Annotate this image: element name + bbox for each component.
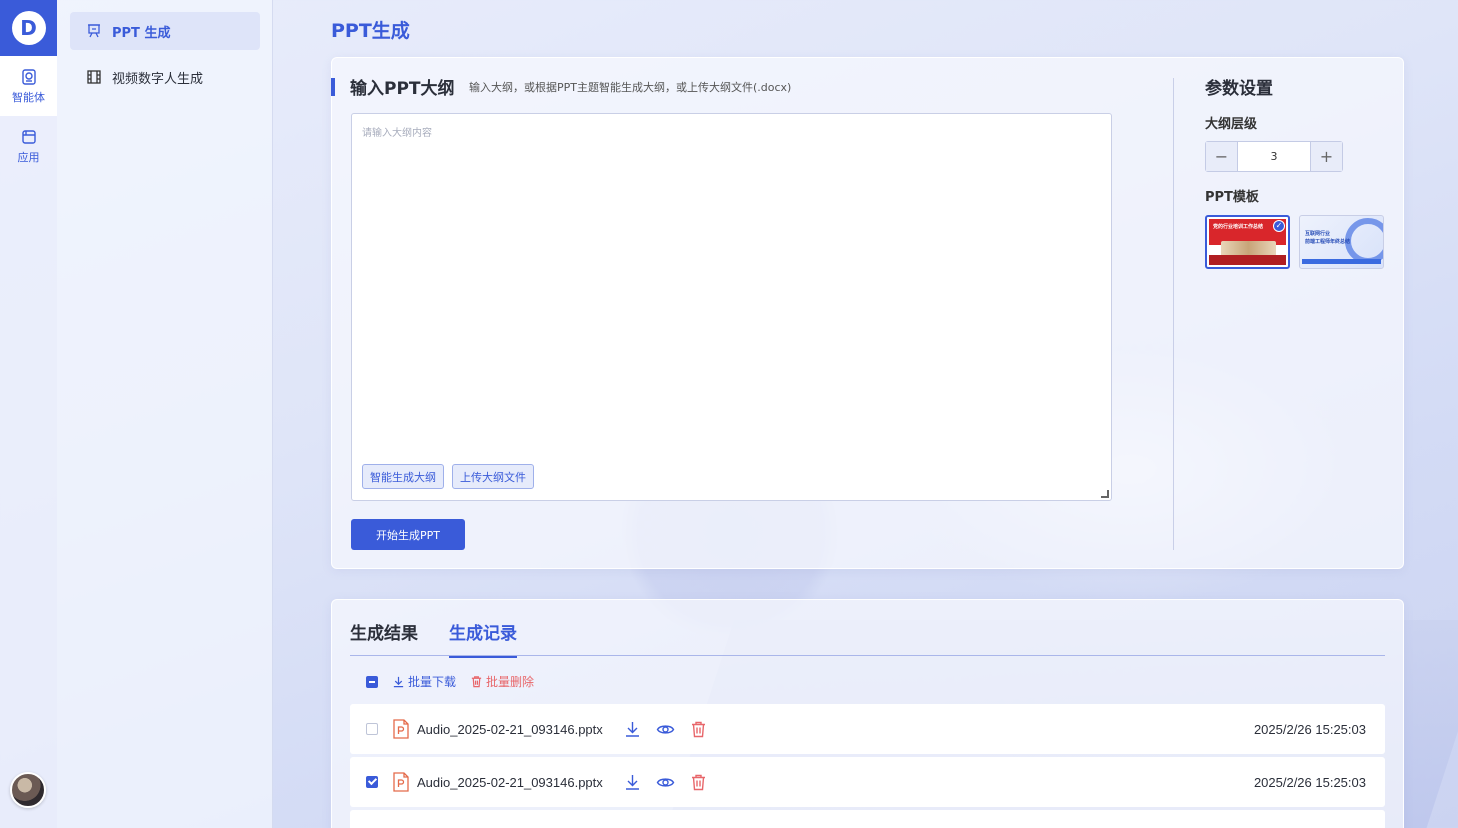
table-row: Audio_2025-02-21_093146.pptx 2025/2/26 1… bbox=[350, 757, 1385, 807]
outline-card: 输入PPT大纲 输入大纲，或根据PPT主题智能生成大纲，或上传大纲文件(.doc… bbox=[331, 57, 1404, 569]
trash-icon bbox=[471, 676, 482, 688]
download-icon[interactable] bbox=[623, 720, 642, 739]
download-icon[interactable] bbox=[623, 773, 642, 792]
icon-rail: D 智能体 应用 bbox=[0, 0, 57, 828]
decrement-button[interactable]: − bbox=[1206, 142, 1237, 171]
level-label: 大纲层级 bbox=[1205, 117, 1258, 132]
app-icon bbox=[21, 129, 36, 144]
template-title: 党的行业培训工作总结 bbox=[1213, 224, 1264, 230]
params-panel: 参数设置 大纲层级 − + PPT模板 党的行业培训工作总结 ✓ 互联网行业 前… bbox=[1205, 74, 1395, 269]
select-all-checkbox[interactable] bbox=[366, 675, 378, 688]
download-icon bbox=[393, 676, 404, 688]
tab-divider bbox=[350, 655, 1385, 656]
rail-item-agent[interactable]: 智能体 bbox=[0, 56, 57, 116]
tab-results[interactable]: 生成结果 bbox=[350, 619, 418, 658]
template-list: 党的行业培训工作总结 ✓ 互联网行业 前端工程师年终总结 bbox=[1205, 215, 1395, 269]
avatar[interactable] bbox=[10, 772, 46, 808]
outline-hint: 输入大纲，或根据PPT主题智能生成大纲，或上传大纲文件(.docx) bbox=[469, 81, 792, 94]
divider bbox=[1173, 78, 1174, 550]
pptx-file-icon bbox=[393, 719, 409, 739]
template-label: PPT模板 bbox=[1205, 190, 1259, 205]
sidebar-item-ppt[interactable]: PPT 生成 bbox=[70, 12, 260, 50]
agent-icon bbox=[21, 68, 36, 85]
eye-icon[interactable] bbox=[656, 773, 675, 792]
outline-editor: 智能生成大纲 上传大纲文件 bbox=[351, 113, 1112, 501]
trash-icon[interactable] bbox=[689, 720, 708, 739]
start-generate-button[interactable]: 开始生成PPT bbox=[351, 519, 465, 550]
eye-icon[interactable] bbox=[656, 720, 675, 739]
template-option[interactable]: 党的行业培训工作总结 ✓ bbox=[1205, 215, 1290, 269]
sidebar-item-video[interactable]: 视频数字人生成 bbox=[70, 58, 260, 96]
resize-handle[interactable] bbox=[1101, 490, 1109, 498]
outline-title: 输入PPT大纲 bbox=[350, 79, 455, 99]
rail-item-label: 智能体 bbox=[12, 90, 45, 104]
increment-button[interactable]: + bbox=[1311, 142, 1342, 171]
level-input[interactable] bbox=[1237, 142, 1311, 171]
outline-textarea[interactable] bbox=[352, 114, 1111, 500]
upload-outline-button[interactable]: 上传大纲文件 bbox=[452, 464, 534, 489]
template-title: 互联网行业 bbox=[1305, 231, 1331, 237]
check-icon: ✓ bbox=[1273, 220, 1285, 232]
smart-generate-button[interactable]: 智能生成大纲 bbox=[362, 464, 444, 489]
logo-icon: D bbox=[11, 11, 46, 45]
table-row: Audio_2025-02-21_093146.pptx 2025/2/26 1… bbox=[350, 704, 1385, 754]
row-timestamp: 2025/2/26 15:25:03 bbox=[1253, 774, 1366, 790]
rail-item-app[interactable]: 应用 bbox=[0, 116, 57, 176]
sidebar: PPT 生成 视频数字人生成 bbox=[57, 0, 273, 828]
app-logo[interactable]: D bbox=[0, 0, 57, 56]
file-name: Audio_2025-02-21_093146.pptx bbox=[417, 721, 603, 737]
results-tabs: 生成结果 生成记录 bbox=[350, 619, 517, 658]
batch-toolbar: 批量下载 批量删除 bbox=[366, 673, 534, 690]
template-option[interactable]: 互联网行业 前端工程师年终总结 bbox=[1299, 215, 1384, 269]
row-checkbox[interactable] bbox=[366, 776, 378, 788]
rail-item-label: 应用 bbox=[17, 150, 40, 164]
batch-download-button[interactable]: 批量下载 bbox=[392, 673, 456, 690]
sidebar-item-label: PPT 生成 bbox=[112, 25, 171, 41]
film-icon bbox=[87, 70, 101, 84]
row-timestamp: 2025/2/26 15:25:03 bbox=[1253, 721, 1366, 737]
batch-delete-button[interactable]: 批量删除 bbox=[470, 673, 534, 690]
tab-history[interactable]: 生成记录 bbox=[449, 619, 517, 658]
presentation-icon bbox=[88, 24, 100, 38]
section-accent bbox=[331, 78, 335, 96]
level-stepper: − + bbox=[1205, 141, 1343, 172]
results-card: 生成结果 生成记录 批量下载 批量删除 Audio_2025-02-21_093… bbox=[331, 599, 1404, 828]
batch-download-label: 批量下载 bbox=[408, 675, 457, 689]
pptx-file-icon bbox=[393, 772, 409, 792]
template-subtitle: 前端工程师年终总结 bbox=[1305, 239, 1351, 245]
page-title: PPT生成 bbox=[331, 20, 410, 42]
batch-delete-label: 批量删除 bbox=[486, 675, 535, 689]
file-name: Audio_2025-02-21_093146.pptx bbox=[417, 774, 603, 790]
trash-icon[interactable] bbox=[689, 773, 708, 792]
params-title: 参数设置 bbox=[1205, 79, 1273, 99]
sidebar-item-label: 视频数字人生成 bbox=[112, 71, 204, 87]
table-row bbox=[350, 810, 1385, 828]
row-checkbox[interactable] bbox=[366, 723, 378, 735]
